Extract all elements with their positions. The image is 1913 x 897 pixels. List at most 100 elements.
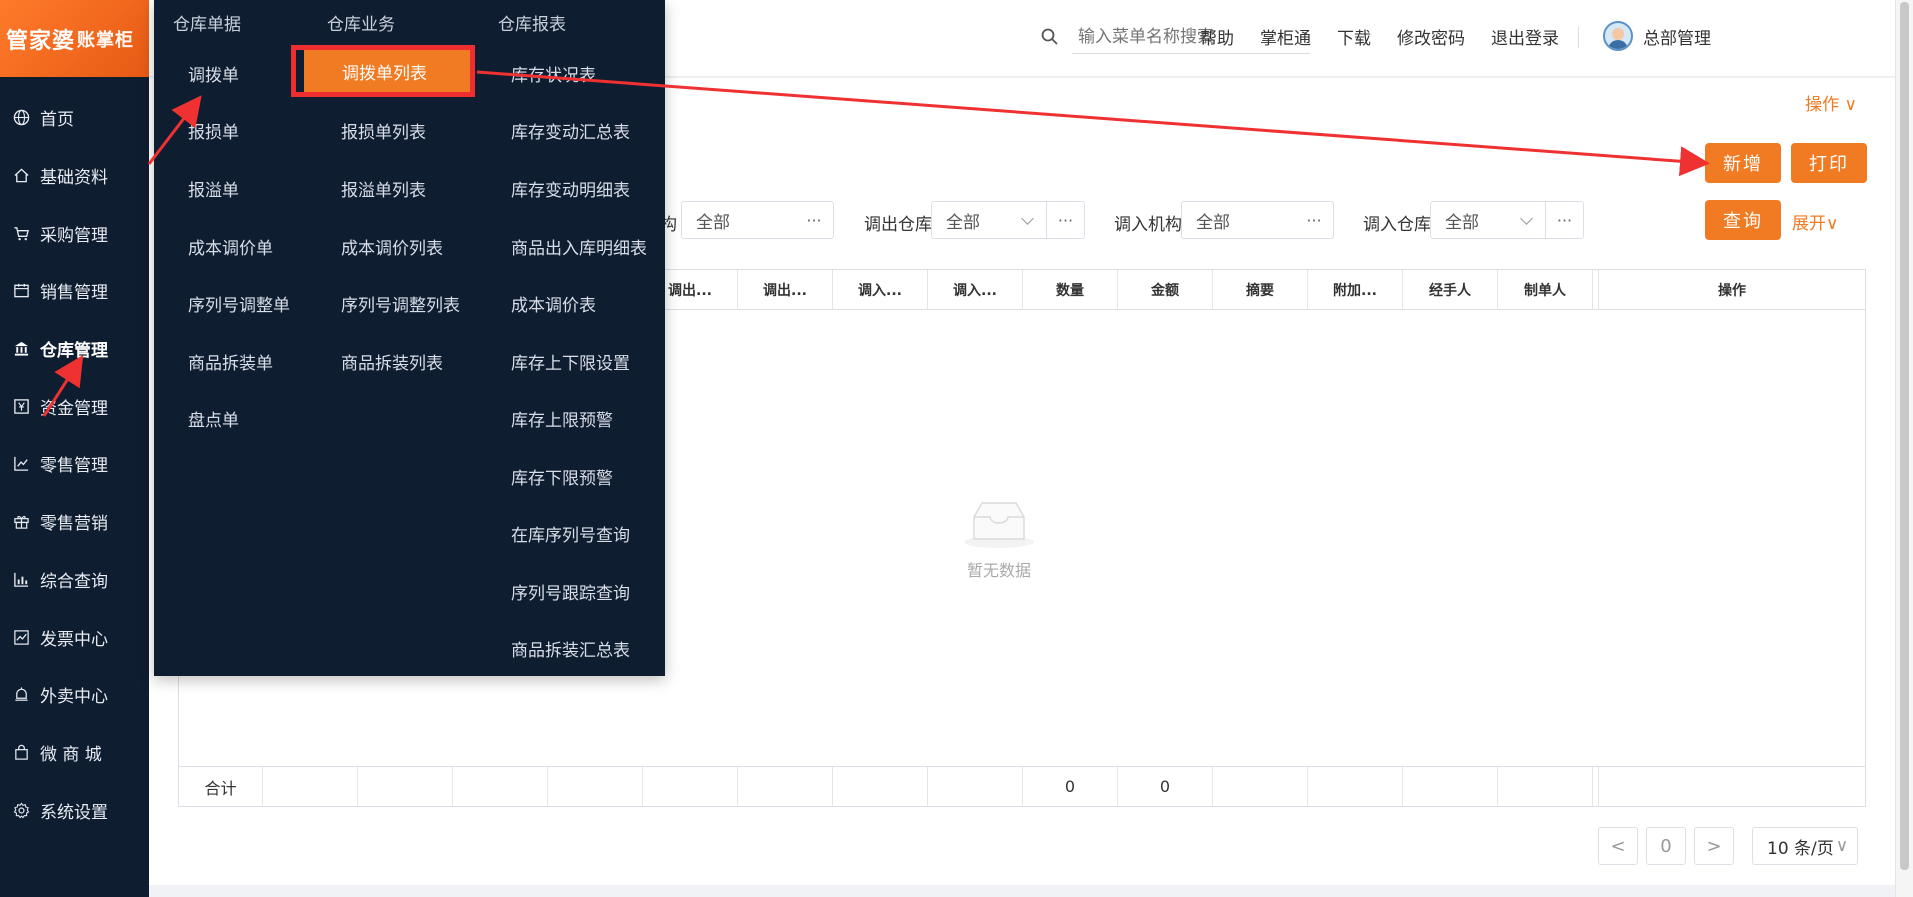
out-org-select[interactable]: 全部 ··· bbox=[681, 201, 834, 239]
menu-item-stock-status[interactable]: 库存状况表 bbox=[511, 61, 596, 86]
out-warehouse-label: 调出仓库 bbox=[864, 215, 932, 235]
warehouse-mega-menu: 仓库单据 仓库业务 仓库报表 调拨单 报损单 报溢单 成本调价单 序列号调整单 … bbox=[154, 0, 665, 676]
search-icon[interactable] bbox=[1040, 27, 1060, 47]
menu-column-header-business: 仓库业务 bbox=[327, 15, 395, 35]
sidebar-item-settings[interactable]: 系统设置 bbox=[0, 781, 149, 839]
prev-page-button[interactable]: < bbox=[1598, 827, 1638, 865]
footer-cell bbox=[1213, 767, 1308, 806]
menu-item-transfer-doc[interactable]: 调拨单 bbox=[188, 61, 239, 86]
download-link[interactable]: 下载 bbox=[1337, 24, 1371, 49]
scrollbar-thumb[interactable] bbox=[1900, 2, 1909, 870]
yen-icon bbox=[12, 397, 30, 415]
current-page[interactable]: 0 bbox=[1646, 827, 1686, 865]
page-size-select[interactable]: 10 条/页 ∨ bbox=[1752, 827, 1858, 865]
footer-quantity-total: 0 bbox=[1023, 767, 1118, 806]
menu-item-stock-change-detail[interactable]: 库存变动明细表 bbox=[511, 176, 630, 201]
menu-item-cost-adjust-list[interactable]: 成本调价列表 bbox=[341, 234, 443, 259]
cart-icon bbox=[12, 224, 30, 242]
menu-item-stock-change-summary[interactable]: 库存变动汇总表 bbox=[511, 118, 630, 143]
query-button[interactable]: 查询 bbox=[1705, 200, 1781, 240]
column-header-amount[interactable]: 金额 bbox=[1118, 270, 1213, 310]
sidebar-item-warehouse[interactable]: 仓库管理 bbox=[0, 320, 149, 378]
sidebar-item-funds[interactable]: 资金管理 bbox=[0, 377, 149, 435]
in-org-label: 调入机构 bbox=[1114, 215, 1182, 235]
line-chart-icon bbox=[12, 628, 30, 646]
menu-item-upper-limit-alert[interactable]: 库存上限预警 bbox=[511, 406, 613, 431]
menu-item-lower-limit-alert[interactable]: 库存下限预警 bbox=[511, 464, 613, 489]
column-header-creator[interactable]: 制单人 bbox=[1498, 270, 1593, 310]
zhangguitong-link[interactable]: 掌柜通 bbox=[1260, 24, 1311, 49]
logout-link[interactable]: 退出登录 bbox=[1491, 24, 1559, 49]
sidebar-item-query[interactable]: 综合查询 bbox=[0, 551, 149, 609]
out-warehouse-select[interactable]: 全部 ··· bbox=[931, 201, 1085, 239]
calendar-icon bbox=[12, 282, 30, 300]
sidebar-item-label: 系统设置 bbox=[40, 802, 108, 823]
menu-item-stock-limits[interactable]: 库存上下限设置 bbox=[511, 349, 630, 374]
in-warehouse-value: 全部 bbox=[1445, 212, 1479, 233]
menu-item-transfer-list[interactable]: 调拨单列表 bbox=[291, 45, 475, 97]
column-header-quantity[interactable]: 数量 bbox=[1023, 270, 1118, 310]
sidebar-item-label: 零售管理 bbox=[40, 456, 108, 477]
sidebar-item-retail[interactable]: 零售管理 bbox=[0, 435, 149, 493]
menu-item-overflow-list[interactable]: 报溢单列表 bbox=[341, 176, 426, 201]
out-warehouse-more-button[interactable]: ··· bbox=[1046, 202, 1084, 238]
chevron-down-icon bbox=[1021, 212, 1034, 225]
menu-item-serial-tracking[interactable]: 序列号跟踪查询 bbox=[511, 579, 630, 604]
menu-item-cost-adjust-doc[interactable]: 成本调价单 bbox=[188, 234, 273, 259]
out-org-more-button[interactable]: ··· bbox=[795, 202, 833, 238]
page-size-value: 10 条/页 bbox=[1767, 838, 1834, 859]
sidebar-item-retail-marketing[interactable]: 零售营销 bbox=[0, 493, 149, 551]
menu-item-assembly-summary[interactable]: 商品拆装汇总表 bbox=[511, 636, 630, 661]
operations-dropdown[interactable]: 操作 ∨ bbox=[1805, 90, 1857, 115]
column-header-out-2[interactable]: 调出... bbox=[738, 270, 833, 310]
in-org-more-button[interactable]: ··· bbox=[1295, 202, 1333, 238]
bell-icon bbox=[12, 686, 30, 704]
sidebar-item-label: 零售营销 bbox=[40, 514, 108, 535]
column-header-extra[interactable]: 附加... bbox=[1308, 270, 1403, 310]
home-icon bbox=[12, 167, 30, 185]
menu-item-stocktake-doc[interactable]: 盘点单 bbox=[188, 406, 239, 431]
menu-item-serial-in-stock[interactable]: 在库序列号查询 bbox=[511, 521, 630, 546]
next-page-button[interactable]: > bbox=[1694, 827, 1734, 865]
in-org-value: 全部 bbox=[1196, 212, 1230, 233]
sidebar-item-mall[interactable]: 微 商 城 bbox=[0, 724, 149, 782]
menu-item-overflow-doc[interactable]: 报溢单 bbox=[188, 176, 239, 201]
menu-item-serial-adjust-doc[interactable]: 序列号调整单 bbox=[188, 291, 290, 316]
in-org-select[interactable]: 全部 ··· bbox=[1181, 201, 1334, 239]
menu-item-loss-doc[interactable]: 报损单 bbox=[188, 118, 239, 143]
column-header-summary[interactable]: 摘要 bbox=[1213, 270, 1308, 310]
menu-item-assembly-list[interactable]: 商品拆装列表 bbox=[341, 349, 443, 374]
menu-item-serial-adjust-list[interactable]: 序列号调整列表 bbox=[341, 291, 460, 316]
sidebar-nav: 首页 基础资料 采购管理 销售管理 仓库管理 资金管理 零售管理 零售营销 综合… bbox=[0, 89, 149, 839]
menu-item-cost-adjust-report[interactable]: 成本调价表 bbox=[511, 291, 596, 316]
sidebar-item-sales[interactable]: 销售管理 bbox=[0, 262, 149, 320]
header-divider bbox=[1578, 26, 1579, 48]
brand-logo[interactable]: 管家婆 账掌柜 bbox=[0, 0, 149, 77]
sidebar-item-invoice[interactable]: 发票中心 bbox=[0, 608, 149, 666]
add-button[interactable]: 新增 bbox=[1705, 143, 1781, 183]
footer-cell bbox=[833, 767, 928, 806]
print-button[interactable]: 打印 bbox=[1791, 143, 1867, 183]
column-header-in-2[interactable]: 调入... bbox=[928, 270, 1023, 310]
vertical-scrollbar[interactable] bbox=[1895, 0, 1913, 897]
sidebar-item-label: 销售管理 bbox=[40, 283, 108, 304]
footer-cell bbox=[263, 767, 358, 806]
menu-item-loss-list[interactable]: 报损单列表 bbox=[341, 118, 426, 143]
sidebar-item-takeout[interactable]: 外卖中心 bbox=[0, 666, 149, 724]
sidebar-item-home[interactable]: 首页 bbox=[0, 89, 149, 147]
sidebar-item-purchase[interactable]: 采购管理 bbox=[0, 204, 149, 262]
column-header-handler[interactable]: 经手人 bbox=[1403, 270, 1498, 310]
help-link[interactable]: 帮助 bbox=[1200, 24, 1234, 49]
user-menu[interactable]: 总部管理 bbox=[1603, 21, 1711, 51]
column-header-in-1[interactable]: 调入... bbox=[833, 270, 928, 310]
avatar bbox=[1603, 21, 1633, 51]
sidebar-item-basic-data[interactable]: 基础资料 bbox=[0, 147, 149, 205]
footer-cell bbox=[928, 767, 1023, 806]
empty-state: 暂无数据 bbox=[962, 497, 1036, 581]
expand-filters-link[interactable]: 展开∨ bbox=[1792, 209, 1838, 234]
in-warehouse-select[interactable]: 全部 ··· bbox=[1430, 201, 1584, 239]
menu-item-inout-detail[interactable]: 商品出入库明细表 bbox=[511, 234, 647, 259]
in-warehouse-more-button[interactable]: ··· bbox=[1545, 202, 1583, 238]
change-password-link[interactable]: 修改密码 bbox=[1397, 24, 1465, 49]
menu-item-assembly-doc[interactable]: 商品拆装单 bbox=[188, 349, 273, 374]
